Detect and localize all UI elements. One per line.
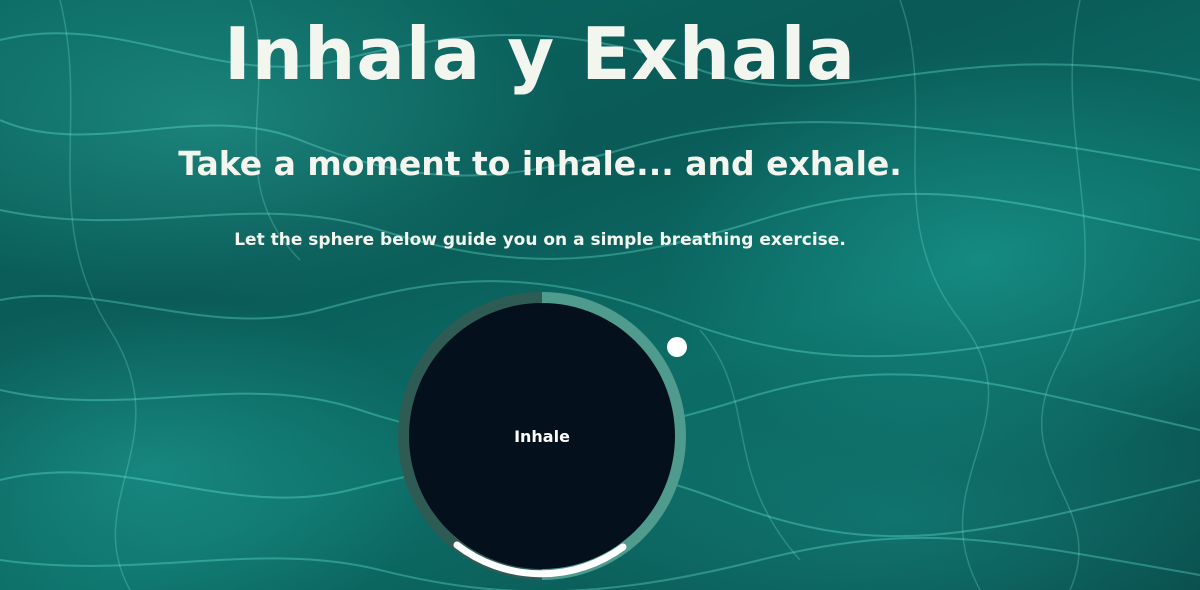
breath-phase-label: Inhale [514,426,570,446]
page-title: Inhala y Exhala [224,12,856,96]
page-subtitle: Take a moment to inhale... and exhale. [178,144,902,183]
sphere-core: Inhale [409,303,675,569]
pointer-dot-icon [667,337,687,357]
page-description: Let the sphere below guide you on a simp… [234,230,846,250]
breathing-sphere: Inhale [397,291,687,581]
